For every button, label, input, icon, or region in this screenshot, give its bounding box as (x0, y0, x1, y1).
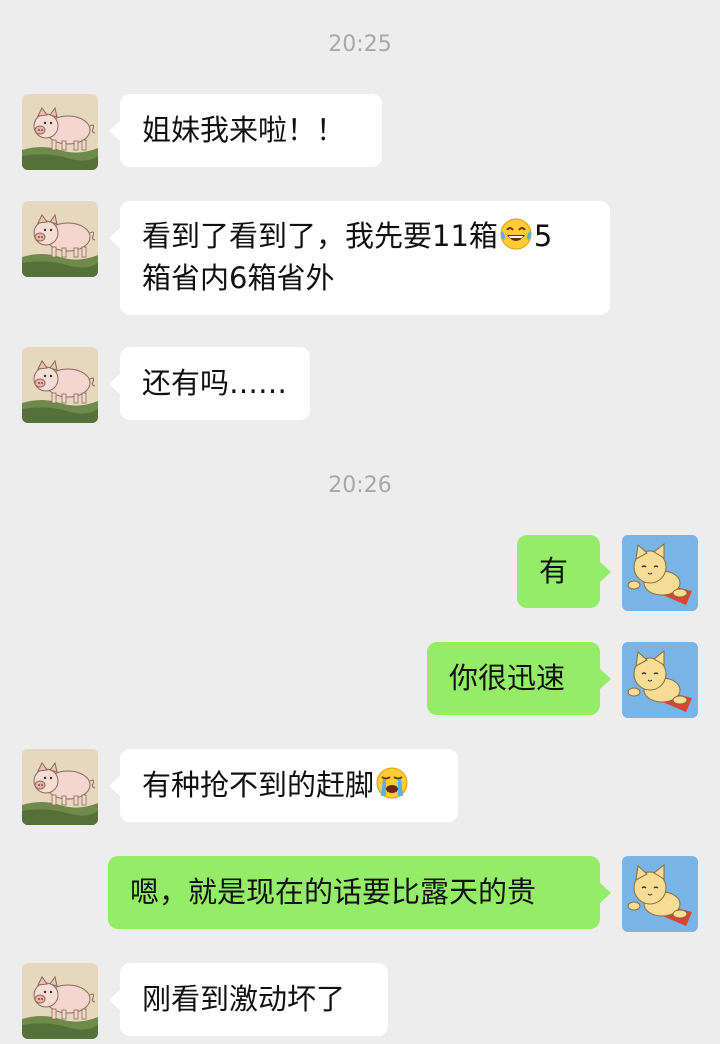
cat-avatar[interactable] (622, 535, 698, 611)
cat-avatar[interactable] (622, 856, 698, 932)
timestamp: 20:25 (328, 32, 392, 57)
message-text: 你很迅速 (449, 661, 566, 695)
message-bubble[interactable]: 刚看到激动坏了 (109, 963, 388, 1036)
message-text: 看到了看到了，我先要11箱 (142, 219, 498, 253)
message-text: 5 (533, 219, 553, 253)
message-text: 嗯，就是现在的话要比露天的贵 (130, 875, 537, 909)
message-bubble[interactable]: 有种抢不到的赶脚 (109, 749, 458, 822)
chat-window[interactable]: 20:25 姐妹我来啦！！ 看到了看到了，我先要11箱 5 箱省内6箱省外 还有吗…… (0, 0, 720, 1044)
message-bubble[interactable]: 你很迅速 (427, 642, 611, 715)
message-bubble[interactable]: 看到了看到了，我先要11箱 5 箱省内6箱省外 (109, 201, 610, 315)
tears-of-joy-emoji (499, 217, 533, 251)
message-text: 刚看到激动坏了 (142, 982, 346, 1016)
pig-avatar[interactable] (22, 963, 98, 1039)
pig-avatar[interactable] (22, 94, 98, 170)
pig-avatar[interactable] (22, 347, 98, 423)
message-text: 有 (539, 554, 569, 588)
message-text: 还有吗…… (142, 366, 288, 400)
message-text: 箱省内6箱省外 (142, 261, 335, 295)
message-text: 姐妹我来啦！！ (142, 113, 346, 147)
loudly-crying-emoji (375, 766, 409, 800)
cat-avatar[interactable] (622, 642, 698, 718)
message-bubble[interactable]: 嗯，就是现在的话要比露天的贵 (108, 856, 611, 929)
message-text: 有种抢不到的赶脚 (142, 768, 375, 802)
message-bubble[interactable]: 有 (517, 535, 611, 608)
timestamp: 20:26 (328, 473, 392, 498)
pig-avatar[interactable] (22, 201, 98, 277)
message-bubble[interactable]: 还有吗…… (109, 347, 310, 420)
message-bubble[interactable]: 姐妹我来啦！！ (109, 94, 382, 167)
pig-avatar[interactable] (22, 749, 98, 825)
